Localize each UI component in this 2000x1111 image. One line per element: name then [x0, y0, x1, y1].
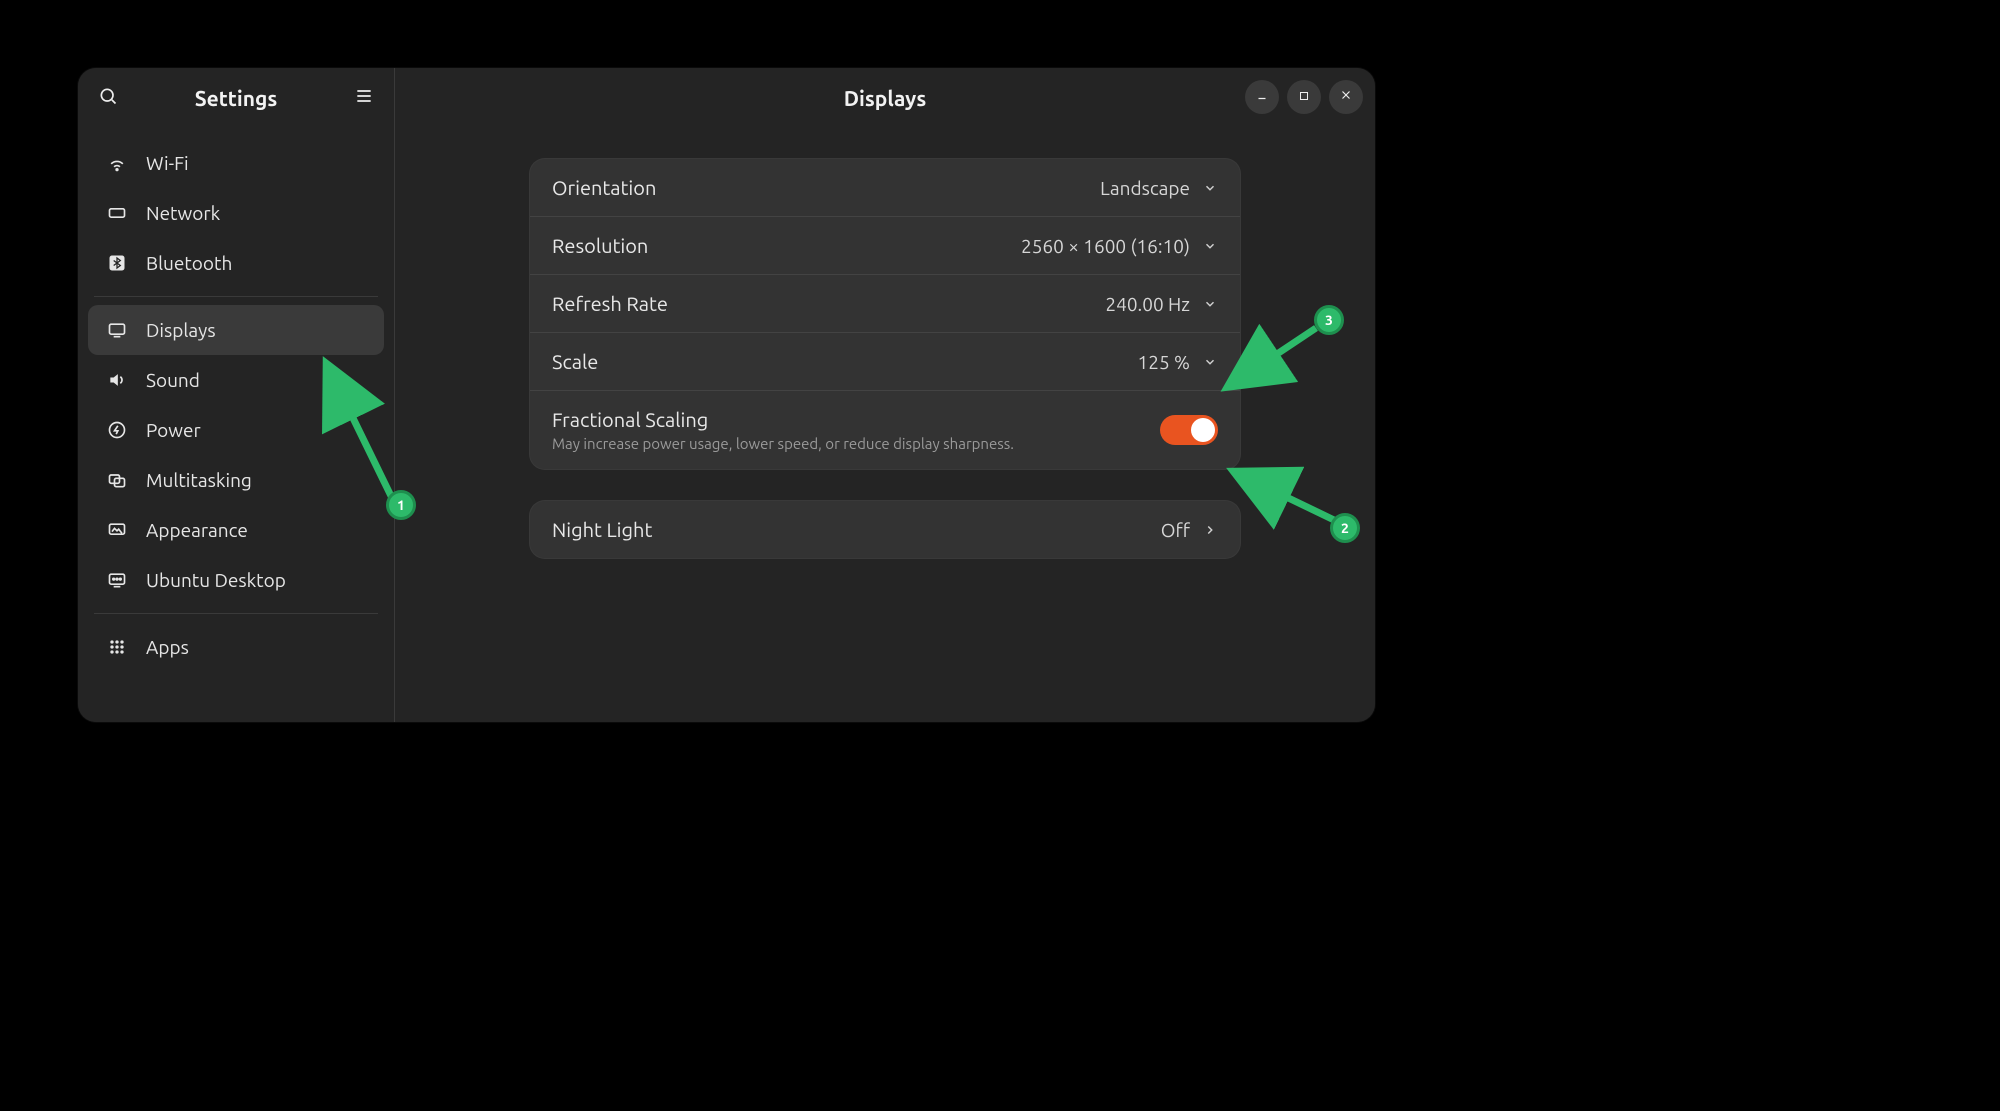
row-value: Landscape — [1100, 177, 1190, 199]
appearance-icon — [106, 519, 128, 541]
row-value: 125 % — [1138, 351, 1190, 373]
page-title: Displays — [844, 86, 927, 110]
search-button[interactable] — [90, 80, 126, 116]
sidebar-item-label: Displays — [146, 319, 216, 341]
fractional-scaling-toggle[interactable] — [1160, 415, 1218, 445]
row-label: Scale — [552, 350, 598, 373]
chevron-down-icon — [1202, 180, 1218, 196]
bluetooth-icon — [106, 252, 128, 274]
orientation-row[interactable]: Orientation Landscape — [530, 159, 1240, 217]
hamburger-icon — [354, 86, 374, 110]
chevron-down-icon — [1202, 354, 1218, 370]
settings-window: Settings Wi-Fi — [78, 68, 1375, 722]
sidebar-titlebar: Settings — [78, 68, 394, 128]
maximize-icon — [1298, 88, 1310, 106]
sidebar-item-label: Bluetooth — [146, 252, 232, 274]
sidebar-item-appearance[interactable]: Appearance — [88, 505, 384, 555]
row-label: Night Light — [552, 518, 652, 541]
sidebar-item-power[interactable]: Power — [88, 405, 384, 455]
sidebar-item-label: Sound — [146, 369, 200, 391]
row-label: Resolution — [552, 234, 648, 257]
row-label: Fractional Scaling — [552, 408, 1014, 431]
power-icon — [106, 419, 128, 441]
multitasking-icon — [106, 469, 128, 491]
sidebar-item-label: Power — [146, 419, 201, 441]
sidebar-separator — [94, 613, 378, 614]
search-icon — [98, 86, 118, 110]
ubuntu-desktop-icon — [106, 569, 128, 591]
sidebar-list: Wi-Fi Network Bluetooth — [78, 128, 394, 672]
sidebar-item-wifi[interactable]: Wi-Fi — [88, 138, 384, 188]
row-value: 2560 × 1600 (16:10) — [1021, 235, 1190, 257]
scale-row[interactable]: Scale 125 % — [530, 333, 1240, 391]
fractional-scaling-row[interactable]: Fractional Scaling May increase power us… — [530, 391, 1240, 469]
sidebar-item-label: Apps — [146, 636, 189, 658]
sound-icon — [106, 369, 128, 391]
chevron-down-icon — [1202, 296, 1218, 312]
sidebar-separator — [94, 296, 378, 297]
row-sublabel: May increase power usage, lower speed, o… — [552, 435, 1014, 452]
maximize-button[interactable] — [1287, 80, 1321, 114]
sidebar-item-sound[interactable]: Sound — [88, 355, 384, 405]
night-light-row[interactable]: Night Light Off — [530, 501, 1240, 558]
window-controls — [1245, 80, 1363, 114]
sidebar-item-ubuntu-desktop[interactable]: Ubuntu Desktop — [88, 555, 384, 605]
sidebar-item-bluetooth[interactable]: Bluetooth — [88, 238, 384, 288]
chevron-right-icon — [1202, 522, 1218, 538]
refresh-rate-row[interactable]: Refresh Rate 240.00 Hz — [530, 275, 1240, 333]
sidebar-item-displays[interactable]: Displays — [88, 305, 384, 355]
row-value: Off — [1161, 519, 1190, 541]
toggle-knob — [1191, 418, 1215, 442]
row-label: Orientation — [552, 176, 656, 199]
content-pane: Displays Orientation — [395, 68, 1375, 722]
sidebar-item-label: Wi-Fi — [146, 152, 189, 174]
display-settings-card: Orientation Landscape Resolution 2560 × … — [529, 158, 1241, 470]
chevron-down-icon — [1202, 238, 1218, 254]
row-label: Refresh Rate — [552, 292, 668, 315]
minimize-icon — [1255, 88, 1269, 106]
sidebar-title: Settings — [126, 86, 346, 110]
sidebar-item-network[interactable]: Network — [88, 188, 384, 238]
sidebar-item-label: Appearance — [146, 519, 248, 541]
sidebar-item-label: Network — [146, 202, 220, 224]
minimize-button[interactable] — [1245, 80, 1279, 114]
apps-grid-icon — [106, 636, 128, 658]
sidebar: Settings Wi-Fi — [78, 68, 395, 722]
close-icon — [1339, 88, 1353, 106]
display-icon — [106, 319, 128, 341]
sidebar-item-label: Ubuntu Desktop — [146, 569, 286, 591]
sidebar-item-multitasking[interactable]: Multitasking — [88, 455, 384, 505]
hamburger-menu-button[interactable] — [346, 80, 382, 116]
content-titlebar: Displays — [395, 68, 1375, 128]
network-icon — [106, 202, 128, 224]
resolution-row[interactable]: Resolution 2560 × 1600 (16:10) — [530, 217, 1240, 275]
wifi-icon — [106, 152, 128, 174]
night-light-card: Night Light Off — [529, 500, 1241, 559]
close-button[interactable] — [1329, 80, 1363, 114]
row-value: 240.00 Hz — [1105, 293, 1190, 315]
sidebar-item-label: Multitasking — [146, 469, 252, 491]
sidebar-item-apps[interactable]: Apps — [88, 622, 384, 672]
